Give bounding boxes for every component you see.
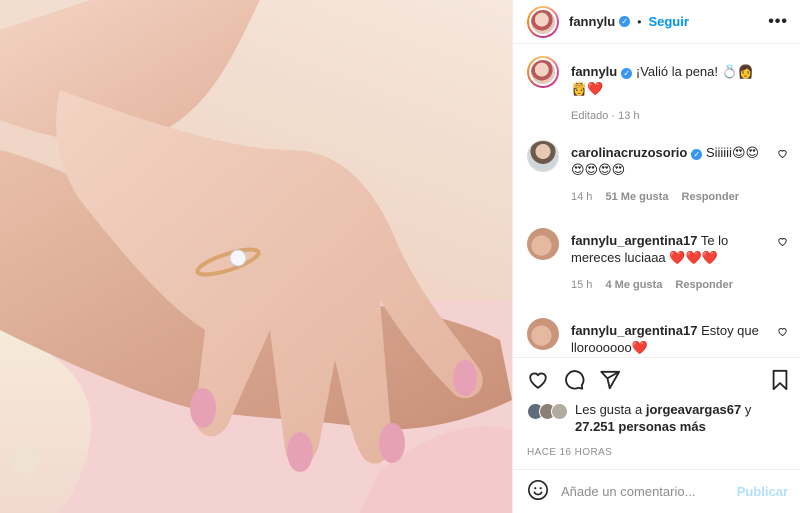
post-side-panel: fannylu ✓ • Seguir ••• fannylu ✓ ¡Valió l…	[512, 0, 800, 513]
reply-button[interactable]: Responder	[675, 279, 732, 291]
liker-avatars[interactable]	[527, 403, 568, 420]
verified-badge-icon: ✓	[621, 68, 633, 79]
share-icon[interactable]	[599, 369, 621, 391]
commenter-avatar[interactable]	[527, 318, 559, 350]
hands-with-ring-image	[0, 0, 512, 513]
emoji-icon[interactable]	[527, 479, 549, 504]
comment-username[interactable]: carolinacruzosorio	[571, 145, 687, 160]
reply-button[interactable]: Responder	[682, 191, 739, 203]
likes-count[interactable]: 27.251 personas más	[575, 419, 706, 434]
post-timestamp[interactable]: HACE 16 HORAS	[513, 447, 800, 469]
instagram-post: fannylu ✓ • Seguir ••• fannylu ✓ ¡Valió l…	[0, 0, 800, 513]
caption-author-avatar[interactable]	[527, 56, 559, 88]
liker-avatar	[551, 403, 568, 420]
liker-username[interactable]: jorgeavargas67	[646, 402, 741, 417]
comment-icon[interactable]	[563, 369, 585, 391]
caption-time: 13 h	[618, 110, 640, 122]
comment-likes[interactable]: 4 Me gusta	[605, 279, 662, 291]
follow-button[interactable]: Seguir	[648, 14, 688, 29]
heart-icon[interactable]	[527, 369, 549, 391]
commenter-avatar[interactable]	[527, 228, 559, 260]
comment-item: fannylu_argentina17 Estoy que lloroooooo…	[527, 318, 788, 356]
separator-dot: •	[637, 14, 642, 29]
comment-item: carolinacruzosorio ✓ Siiiiii😍😍😍😍😍😍 14 h 5…	[527, 140, 788, 228]
comment-username[interactable]: fannylu_argentina17	[571, 233, 697, 248]
post-header: fannylu ✓ • Seguir •••	[513, 0, 800, 44]
caption-edited: Editado	[571, 110, 609, 122]
commenter-avatar[interactable]	[527, 140, 559, 172]
likes-conj: y	[744, 402, 752, 417]
add-comment-bar: Añade un comentario... Publicar	[513, 469, 800, 513]
caption: fannylu ✓ ¡Valió la pena! 💍👩👸❤️ Editado ·…	[527, 56, 788, 140]
post-photo[interactable]	[0, 0, 512, 513]
author-avatar[interactable]	[527, 5, 559, 38]
publish-button[interactable]: Publicar	[737, 484, 788, 499]
comment-likes[interactable]: 51 Me gusta	[605, 191, 668, 203]
comment-item: fannylu_argentina17 Te lo mereces luciaa…	[527, 228, 788, 318]
author-username[interactable]: fannylu	[569, 14, 615, 29]
comment-like-heart-icon[interactable]	[777, 236, 788, 250]
comment-input[interactable]: Añade un comentario...	[561, 484, 737, 499]
more-options-icon[interactable]: •••	[768, 13, 788, 31]
verified-badge-icon: ✓	[619, 16, 631, 27]
post-actions-bar	[513, 357, 800, 401]
comment-like-heart-icon[interactable]	[777, 148, 788, 162]
comment-username[interactable]: fannylu_argentina17	[571, 323, 697, 338]
caption-username[interactable]: fannylu	[571, 64, 617, 79]
comments-list[interactable]: fannylu ✓ ¡Valió la pena! 💍👩👸❤️ Editado ·…	[513, 44, 800, 357]
bookmark-icon[interactable]	[770, 369, 790, 391]
comment-time: 15 h	[571, 279, 593, 291]
likes-summary: Les gusta a jorgeavargas67 y 27.251 pers…	[513, 401, 800, 447]
comment-time: 14 h	[571, 191, 593, 203]
likes-prefix: Les gusta a	[575, 402, 643, 417]
verified-badge-icon: ✓	[691, 149, 703, 160]
comment-like-heart-icon[interactable]	[777, 326, 788, 340]
